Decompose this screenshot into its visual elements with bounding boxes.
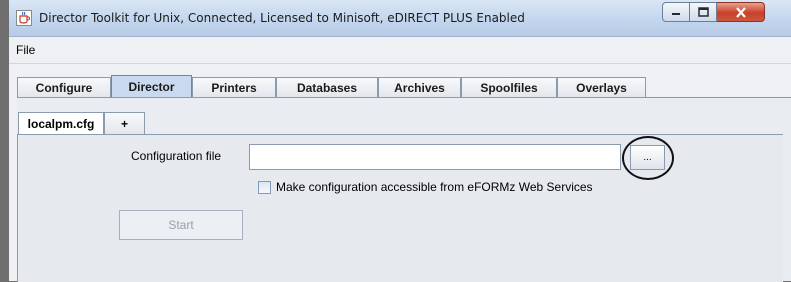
window-title: Director Toolkit for Unix, Connected, Li… xyxy=(39,11,525,25)
maximize-icon xyxy=(697,7,709,17)
minimize-icon xyxy=(672,13,680,15)
web-services-checkbox-label: Make configuration accessible from eFORM… xyxy=(276,180,593,194)
tab-spoolfiles[interactable]: Spoolfiles xyxy=(461,77,557,97)
minimize-button[interactable] xyxy=(662,2,690,22)
tab-printers[interactable]: Printers xyxy=(192,77,276,97)
tab-overlays[interactable]: Overlays xyxy=(557,77,646,97)
highlight-circle xyxy=(622,136,674,180)
config-file-input[interactable] xyxy=(249,144,621,170)
caption-buttons xyxy=(662,2,765,23)
tab-databases[interactable]: Databases xyxy=(276,77,378,97)
maximize-button[interactable] xyxy=(690,2,717,22)
subtab-add[interactable]: + xyxy=(104,112,145,134)
start-button[interactable]: Start xyxy=(119,210,243,240)
subtab-localpm-cfg[interactable]: localpm.cfg xyxy=(18,112,104,134)
close-icon xyxy=(735,6,746,18)
menu-file[interactable]: File xyxy=(16,43,35,57)
title-bar: Director Toolkit for Unix, Connected, Li… xyxy=(9,0,791,37)
tab-archives[interactable]: Archives xyxy=(378,77,461,97)
java-cup-icon xyxy=(16,10,32,26)
config-file-label: Configuration file xyxy=(131,149,222,163)
tab-configure[interactable]: Configure xyxy=(17,77,111,97)
close-button[interactable] xyxy=(717,2,765,22)
menu-bar: File xyxy=(9,37,791,64)
tab-director[interactable]: Director xyxy=(111,75,192,98)
web-services-checkbox[interactable] xyxy=(258,181,271,194)
